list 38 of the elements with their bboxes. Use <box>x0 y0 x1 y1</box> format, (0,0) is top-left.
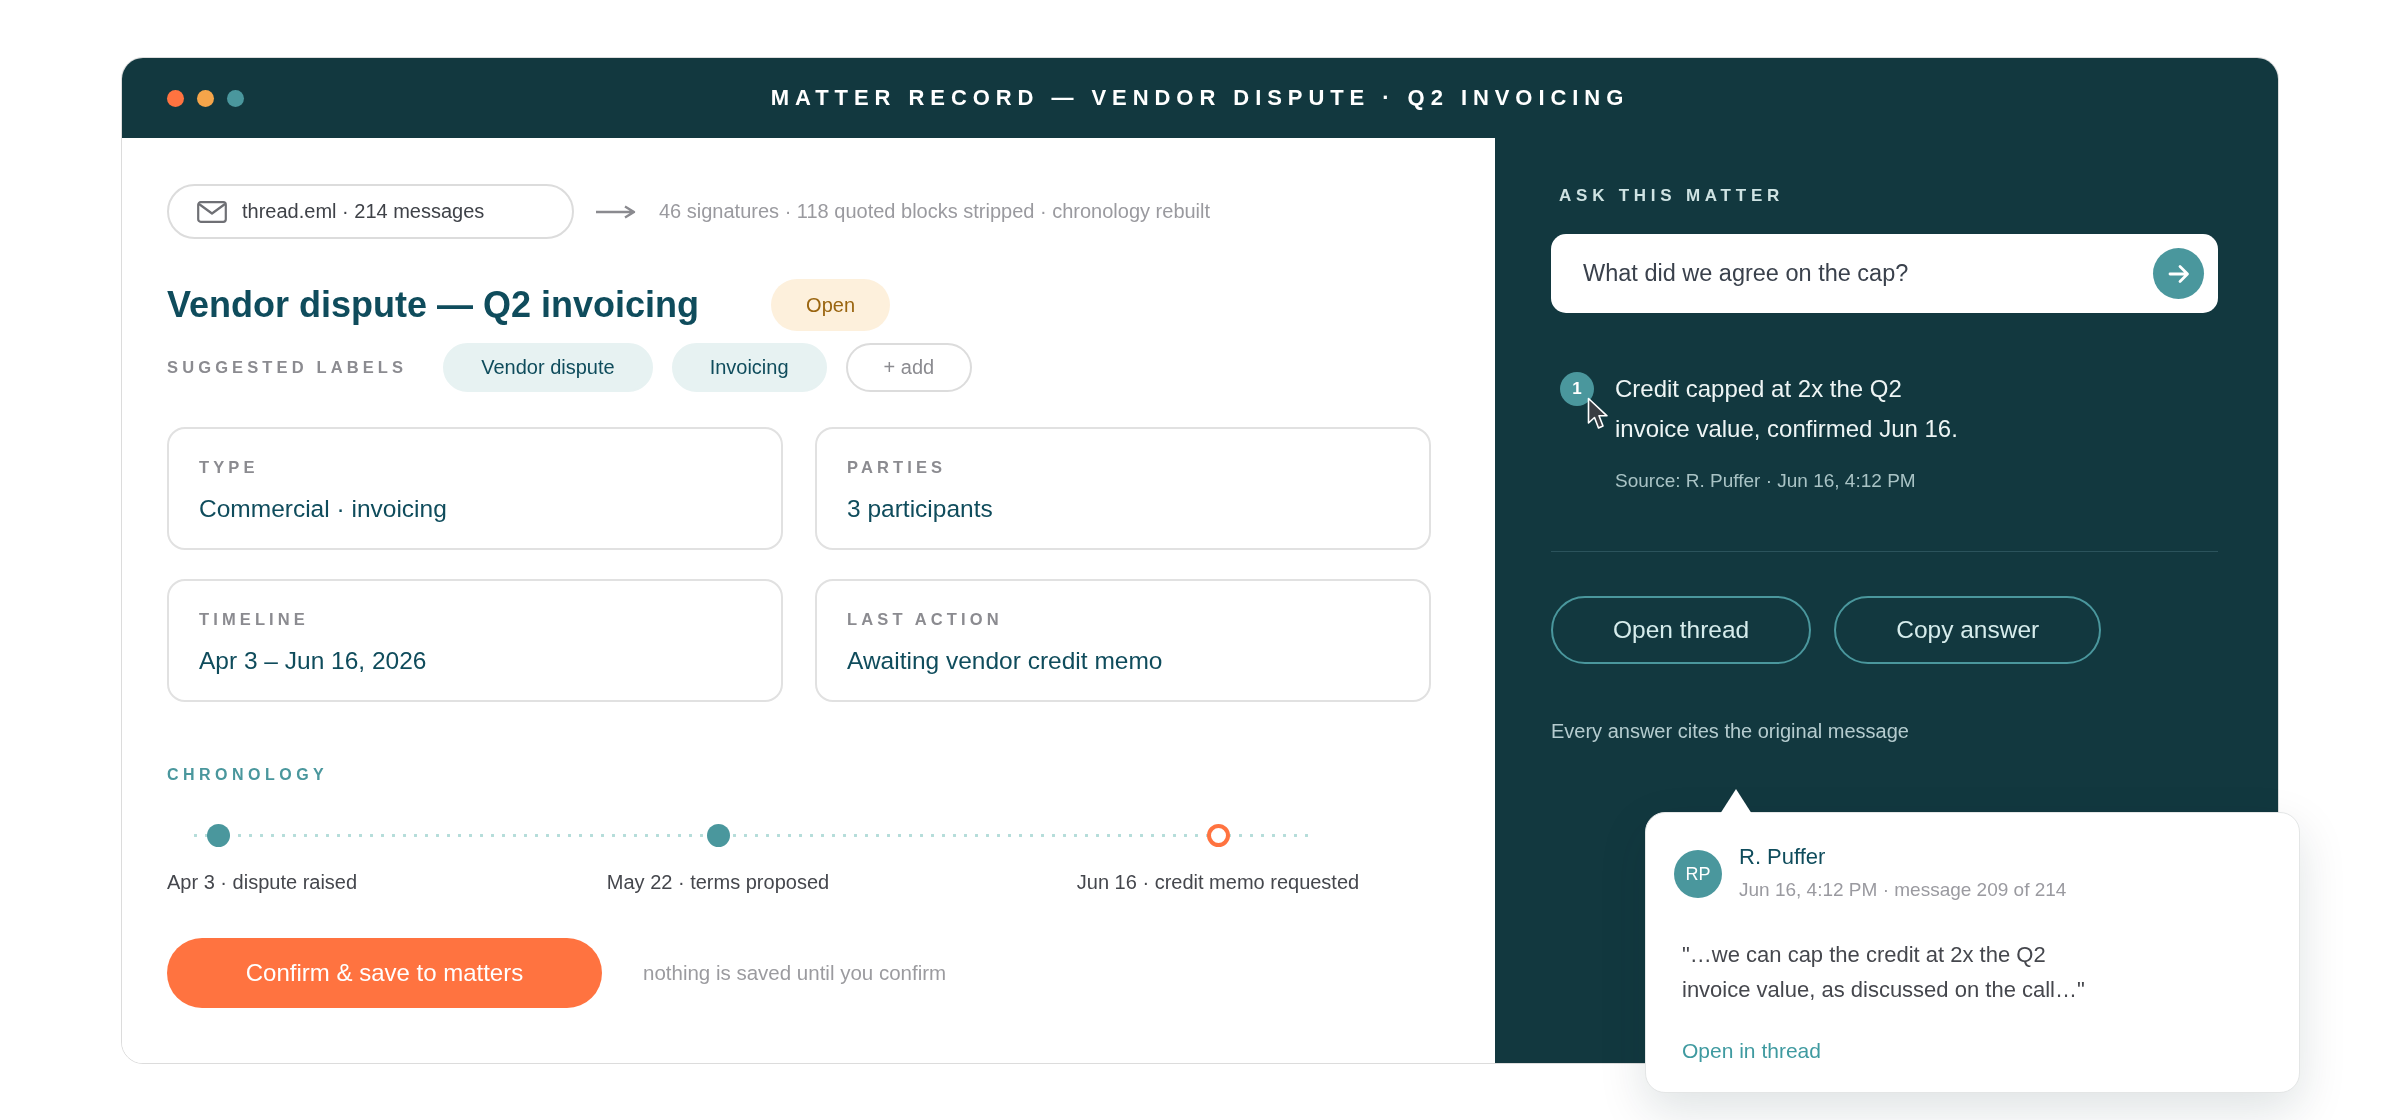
arrow-right-icon <box>596 204 636 219</box>
avatar: RP <box>1674 850 1722 898</box>
ask-heading: ASK THIS MATTER <box>1559 186 1785 206</box>
label-chip[interactable]: Invoicing <box>671 343 827 392</box>
suggested-labels-heading: SUGGESTED LABELS <box>167 358 408 377</box>
chronology-heading: CHRONOLOGY <box>167 765 329 785</box>
message-meta: Jun 16, 4:12 PM · message 209 of 214 <box>1739 878 2067 902</box>
answer-action-button[interactable]: Open thread <box>1551 596 1812 664</box>
quoted-message: "…we can cap the credit at 2x the Q2 invoice value, as discussed on the call…" <box>1682 941 2086 1004</box>
answer-action-button[interactable]: Copy answer <box>1834 596 2102 664</box>
field-value: Awaiting vendor credit memo <box>847 646 1164 676</box>
window-zoom-icon[interactable] <box>227 89 244 107</box>
author-name: R. Puffer <box>1739 843 1827 871</box>
matter-title: Vendor dispute — Q2 invoicing <box>167 284 700 326</box>
field-label: TYPE <box>199 457 260 477</box>
window-minimize-icon[interactable] <box>197 89 214 107</box>
field-label: TIMELINE <box>199 609 310 629</box>
field-value: Commercial · invoicing <box>199 494 448 524</box>
field-value: Apr 3 – Jun 16, 2026 <box>199 646 428 676</box>
citation-footnote: Every answer cites the original message <box>1551 719 1909 743</box>
question-field[interactable]: What did we agree on the cap? <box>1551 234 2218 313</box>
field-value: 3 participants <box>847 494 994 524</box>
event-label: Jun 16 · credit memo requested <box>1076 870 1360 895</box>
answer-source: Source: R. Puffer · Jun 16, 4:12 PM <box>1615 469 1917 493</box>
answer-text: Credit capped at 2x the Q2 invoice value, confirmed Jun 16. <box>1615 374 1959 444</box>
event-label: Apr 3 · dispute raised <box>167 870 358 895</box>
mail-icon <box>197 200 227 223</box>
field-label: PARTIES <box>847 457 948 477</box>
label-chip[interactable]: Vendor dispute <box>443 343 653 392</box>
window-title: MATTER RECORD — VENDOR DISPUTE · Q2 INVOICING <box>770 85 1630 111</box>
cursor-icon <box>1587 397 1609 431</box>
processing-summary: 46 signatures · 118 quoted blocks stripped · chronology rebuilt <box>659 200 1211 223</box>
field-label: LAST ACTION <box>847 609 1004 629</box>
event-label: May 22 · terms proposed <box>606 870 830 895</box>
window-close-icon[interactable] <box>167 89 184 107</box>
file-name: thread.eml · 214 messages <box>242 200 485 223</box>
save-note: nothing is saved until you confirm <box>643 961 947 985</box>
status-badge: Open <box>771 279 890 331</box>
